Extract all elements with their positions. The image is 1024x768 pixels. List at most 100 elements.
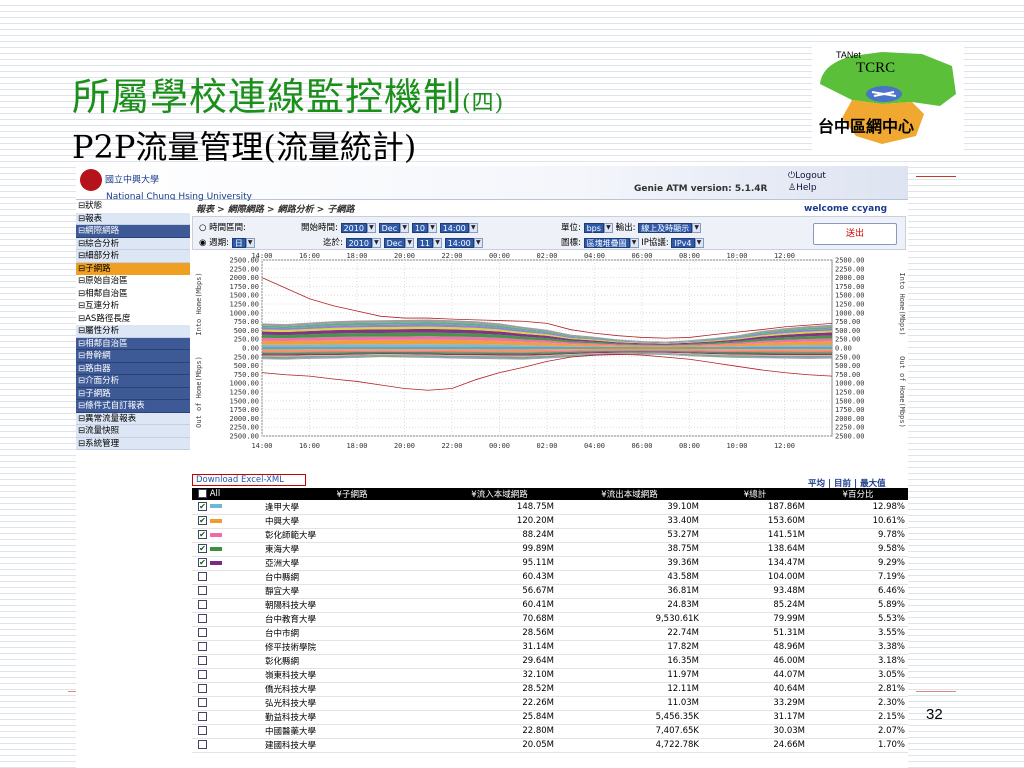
menu-item[interactable]: ⊟網際網路	[76, 225, 190, 238]
row-checkbox[interactable]: ✔	[198, 544, 207, 553]
row-checkbox[interactable]	[198, 614, 207, 623]
cell-in: 148.75M	[442, 500, 557, 515]
cell-in: 32.10M	[442, 668, 557, 683]
cell-in: 56.67M	[442, 584, 557, 599]
col-inbound[interactable]: ¥流入本域網路	[442, 488, 557, 500]
cell-subnet: 台中教育大學	[262, 612, 442, 627]
cell-subnet: 勤益科技大學	[262, 710, 442, 725]
cell-in: 60.43M	[442, 570, 557, 585]
chevron-down-icon[interactable]: ▼	[433, 237, 443, 248]
cell-subnet: 朝陽科技大學	[262, 598, 442, 613]
cell-total: 85.24M	[702, 598, 808, 613]
row-checkbox[interactable]	[198, 656, 207, 665]
row-checkbox[interactable]: ✔	[198, 558, 207, 567]
chevron-down-icon[interactable]: ▼	[603, 222, 613, 233]
submit-button[interactable]: 送出	[813, 223, 897, 245]
col-total[interactable]: ¥總計	[702, 488, 808, 500]
col-outbound[interactable]: ¥流出本域網路	[557, 488, 702, 500]
menu-item[interactable]: ⊟骨幹網	[76, 350, 190, 363]
end-time-select[interactable]: 14:00	[444, 237, 474, 248]
end-month-select[interactable]: Dec	[383, 237, 406, 248]
row-checkbox[interactable]	[198, 740, 207, 749]
row-checkbox[interactable]	[198, 586, 207, 595]
menu-item[interactable]: ⊟相鄰自治區	[76, 337, 190, 350]
help-link[interactable]: Help	[796, 183, 817, 193]
row-checkbox[interactable]	[198, 628, 207, 637]
row-checkbox[interactable]	[198, 684, 207, 693]
chevron-down-icon[interactable]: ▼	[629, 237, 639, 248]
menu-item[interactable]: ⊟介面分析	[76, 375, 190, 388]
col-percent[interactable]: ¥百分比	[808, 488, 908, 500]
menu-item[interactable]: ⊟子網路	[76, 387, 190, 400]
end-year-select[interactable]: 2010	[345, 237, 372, 248]
row-checkbox[interactable]: ✔	[198, 516, 207, 525]
row-checkbox[interactable]	[198, 572, 207, 581]
radio-time-range[interactable]: ○	[199, 223, 206, 233]
menu-item[interactable]: ⊟流量快照	[76, 425, 190, 438]
row-checkbox[interactable]	[198, 600, 207, 609]
cell-out: 33.40M	[557, 514, 702, 529]
download-excel-button[interactable]: Download Excel-XML	[192, 474, 306, 486]
chevron-down-icon[interactable]: ▼	[692, 222, 702, 233]
menu-item[interactable]: ⊟異常流量報表	[76, 412, 190, 425]
menu-item[interactable]: ⊟狀態	[76, 200, 190, 213]
start-month-select[interactable]: Dec	[378, 222, 401, 233]
logout-link[interactable]: Logout	[795, 171, 826, 181]
y-tick-label-left: 1000.00	[229, 380, 259, 388]
menu-item[interactable]: ⊟細部分析	[76, 250, 190, 263]
start-time-select[interactable]: 14:00	[439, 222, 469, 233]
menu-item[interactable]: ⊟子網路	[76, 262, 190, 275]
svg-text:TCRC: TCRC	[856, 60, 895, 76]
start-year-select[interactable]: 2010	[340, 222, 367, 233]
radio-period[interactable]: ◉	[199, 238, 206, 248]
end-day-select[interactable]: 11	[416, 237, 434, 248]
menu-item[interactable]: ⊟路由器	[76, 362, 190, 375]
cell-total: 48.96M	[702, 640, 808, 655]
chevron-down-icon[interactable]: ▼	[366, 222, 376, 233]
menu-item[interactable]: ⊟AS路徑長度	[76, 312, 190, 325]
menu-item[interactable]: ⊟屬性分析	[76, 325, 190, 338]
cell-total: 30.03M	[702, 724, 808, 739]
chevron-down-icon[interactable]: ▼	[473, 237, 483, 248]
select-all-checkbox[interactable]	[198, 489, 207, 498]
menu-item[interactable]: ⊟綜合分析	[76, 237, 190, 250]
decor-line	[916, 176, 956, 177]
row-checkbox[interactable]	[198, 698, 207, 707]
chevron-down-icon[interactable]: ▼	[245, 237, 255, 248]
table-row: 勤益科技大學 25.84M 5,456.35K 31.17M 2.15%	[192, 710, 908, 725]
row-checkbox[interactable]: ✔	[198, 530, 207, 539]
row-checkbox[interactable]	[198, 670, 207, 679]
y-tick-label-left: 1000.00	[229, 309, 259, 317]
menu-item[interactable]: ⊟系統管理	[76, 437, 190, 450]
col-subnet[interactable]: ¥子網路	[262, 488, 442, 500]
chevron-down-icon[interactable]: ▼	[428, 222, 438, 233]
x-tick-label-bottom: 22:00	[441, 442, 462, 450]
chevron-down-icon[interactable]: ▼	[405, 237, 415, 248]
cell-in: 70.68M	[442, 612, 557, 627]
chevron-down-icon[interactable]: ▼	[400, 222, 410, 233]
ip-protocol-select[interactable]: IPv4	[671, 237, 695, 248]
chevron-down-icon[interactable]: ▼	[694, 237, 704, 248]
menu-item[interactable]: ⊟相鄰自治區	[76, 287, 190, 300]
start-day-select[interactable]: 10	[411, 222, 429, 233]
chevron-down-icon[interactable]: ▼	[468, 222, 478, 233]
x-tick-label-bottom: 00:00	[489, 442, 510, 450]
row-checkbox[interactable]	[198, 642, 207, 651]
menu-item[interactable]: ⊟條件式自訂報表	[76, 400, 190, 413]
menu-item[interactable]: ⊟報表	[76, 212, 190, 225]
chart-type-select[interactable]: 區塊堆疊圖	[583, 237, 630, 248]
cell-out: 7,407.65K	[557, 724, 702, 739]
menu-item[interactable]: ⊟互連分析	[76, 300, 190, 313]
row-checkbox[interactable]: ✔	[198, 501, 207, 511]
output-select[interactable]: 線上及時顯示	[638, 222, 693, 233]
series-swatch	[209, 560, 222, 565]
y-tick-label-left: 0.00	[242, 345, 259, 353]
row-checkbox[interactable]	[198, 712, 207, 721]
row-checkbox[interactable]	[198, 726, 207, 735]
menu-item[interactable]: ⊟原始自治區	[76, 275, 190, 288]
cell-subnet: 東海大學	[262, 542, 442, 557]
period-select[interactable]: 日	[231, 237, 246, 248]
chevron-down-icon[interactable]: ▼	[371, 237, 381, 248]
unit-select[interactable]: bps	[583, 222, 604, 233]
cell-in: 60.41M	[442, 598, 557, 613]
